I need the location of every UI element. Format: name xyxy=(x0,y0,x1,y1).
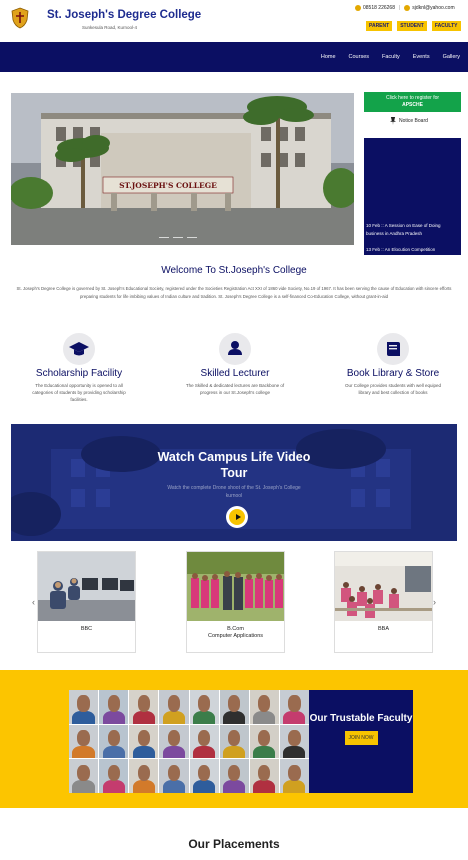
faculty-photo xyxy=(129,690,159,724)
faculty-photo xyxy=(129,724,159,759)
nav-gallery[interactable]: Gallery xyxy=(443,54,460,60)
college-building-image: ST.JOSEPH'S COLLEGE xyxy=(11,93,354,245)
feature-desc: The Educational opportunity is opened to… xyxy=(32,383,126,402)
notice-board-label: Notice Board xyxy=(399,118,428,124)
feature-desc: Our College provides students with well … xyxy=(344,383,442,395)
faculty-photo xyxy=(249,690,279,724)
play-icon xyxy=(229,509,245,525)
faculty-button[interactable]: FACULTY xyxy=(431,21,461,31)
email-icon xyxy=(404,5,411,11)
faculty-photo xyxy=(279,690,309,724)
nav-home[interactable]: Home xyxy=(321,54,336,60)
nav-links: Home Courses Faculty Events Gallery xyxy=(321,42,460,72)
carousel-prev-icon[interactable]: ‹ xyxy=(32,597,35,607)
nav-courses[interactable]: Courses xyxy=(349,54,369,60)
faculty-photo xyxy=(189,690,219,724)
feature-title: Book Library & Store xyxy=(346,368,440,379)
nav-events[interactable]: Events xyxy=(413,54,430,60)
course-image xyxy=(38,552,135,621)
top-header: St. Joseph's Degree College Sunkesula Ro… xyxy=(0,0,468,42)
faculty-photo xyxy=(159,690,189,724)
parent-button[interactable]: PARENT xyxy=(366,21,393,31)
course-label: B.Com Computer Applications xyxy=(207,626,264,639)
faculty-photo xyxy=(99,690,129,724)
carousel-next-icon[interactable]: › xyxy=(433,597,436,607)
feature-title: Skilled Lecturer xyxy=(200,368,270,379)
faculty-panel: Our Trustable Faculty JOIN NOW xyxy=(309,690,413,793)
feature-scholarship: Scholarship Facility The Educational opp… xyxy=(14,333,144,403)
role-buttons: PARENT STUDENT FACULTY xyxy=(366,21,461,31)
feature-lecturer: Skilled Lecturer The Skilled & dedicated… xyxy=(170,333,300,396)
nav-faculty[interactable]: Faculty xyxy=(382,54,400,60)
faculty-photo xyxy=(159,724,189,759)
building-sign-text: ST.JOSEPH'S COLLEGE xyxy=(119,181,217,190)
user-icon xyxy=(219,333,251,365)
hero-carousel[interactable]: ST.JOSEPH'S COLLEGE xyxy=(11,93,354,245)
faculty-photo xyxy=(189,724,219,759)
faculty-photo xyxy=(99,759,129,793)
college-name[interactable]: St. Joseph's Degree College xyxy=(47,9,201,21)
phone-icon xyxy=(355,5,361,11)
student-button[interactable]: STUDENT xyxy=(397,21,427,31)
main-navbar: Home Courses Faculty Events Gallery xyxy=(0,42,468,72)
book-icon xyxy=(377,333,409,365)
faculty-photo xyxy=(129,759,159,793)
faculty-photo xyxy=(69,759,99,793)
welcome-title: Welcome To St.Joseph's College xyxy=(161,265,307,276)
faculty-photo xyxy=(69,690,99,724)
faculty-photo xyxy=(189,759,219,793)
contact-separator: | xyxy=(398,5,401,11)
course-image xyxy=(187,552,284,621)
feature-desc: The Skilled & dedicated lectures are Bac… xyxy=(185,383,285,395)
video-title: Watch Campus Life Video Tour xyxy=(157,450,311,480)
course-card-bba[interactable]: BBA xyxy=(334,551,433,653)
graduation-cap-icon xyxy=(63,333,95,365)
faculty-photo-grid xyxy=(69,690,309,793)
apsche-register-button[interactable]: Click here to register for APSCHE xyxy=(364,92,461,112)
faculty-title: Our Trustable Faculty xyxy=(309,713,413,724)
contact-info: 08518 226268 | sjdknl@yahoo.com xyxy=(355,5,455,11)
faculty-photo xyxy=(219,724,249,759)
notice-board[interactable]: 10 Feb :: A Session on Ease of Doing bus… xyxy=(364,138,461,255)
welcome-text: St. Joseph's Degree College is governed … xyxy=(16,286,452,299)
faculty-photo xyxy=(279,759,309,793)
video-subtitle: Watch the complete Drone shoot of the St… xyxy=(167,485,301,499)
faculty-photo xyxy=(279,724,309,759)
notice-board-heading: Notice Board xyxy=(390,117,428,125)
college-address: Sunkesula Road, Kurnool-4 xyxy=(82,25,138,30)
faculty-photo xyxy=(219,690,249,724)
faculty-photo xyxy=(219,759,249,793)
course-card-bbc[interactable]: BBC xyxy=(37,551,136,653)
course-image xyxy=(335,552,432,621)
faculty-photo xyxy=(249,759,279,793)
register-line1: Click here to register for xyxy=(385,95,440,101)
feature-title: Scholarship Facility xyxy=(35,368,123,379)
play-button[interactable] xyxy=(226,506,248,528)
feature-library: Book Library & Store Our College provide… xyxy=(328,333,458,396)
faculty-photo xyxy=(159,759,189,793)
notice-item[interactable]: business in Andhra Pradesh xyxy=(366,229,422,238)
course-card-bcom[interactable]: B.Com Computer Applications xyxy=(186,551,285,653)
phone-number[interactable]: 08518 226268 xyxy=(363,5,395,11)
faculty-photo xyxy=(99,724,129,759)
course-label: BBC xyxy=(80,626,93,632)
faculty-photo xyxy=(249,724,279,759)
join-now-button[interactable]: JOIN NOW xyxy=(344,731,378,745)
register-line2: APSCHE xyxy=(402,102,423,108)
college-logo-icon[interactable] xyxy=(10,7,30,29)
pin-icon xyxy=(390,117,396,125)
faculty-photo xyxy=(69,724,99,759)
course-label: BBA xyxy=(377,626,389,632)
carousel-indicators[interactable] xyxy=(159,236,197,238)
email-address[interactable]: sjdknl@yahoo.com xyxy=(412,5,454,11)
notice-item[interactable]: 13 Feb :: An Elocution Competition xyxy=(366,245,435,254)
campus-video-section: Watch Campus Life Video Tour Watch the c… xyxy=(11,424,457,541)
placements-title: Our Placements xyxy=(188,837,280,851)
